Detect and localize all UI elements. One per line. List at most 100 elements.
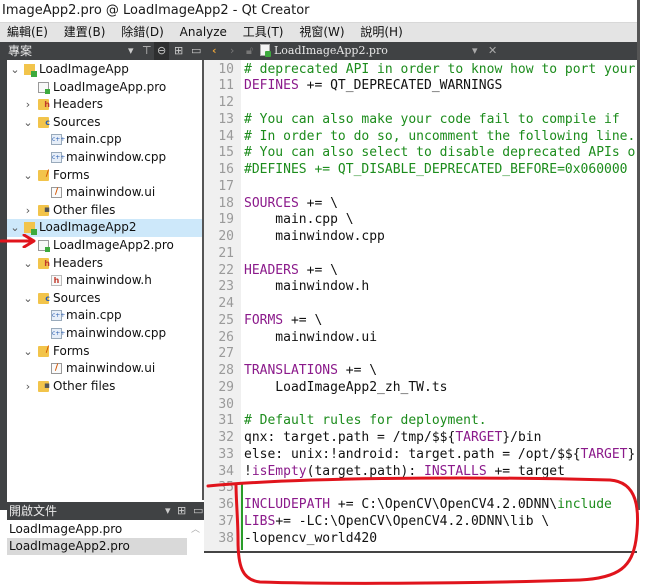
tree-item[interactable]: c++ main.cpp — [7, 131, 202, 149]
code-line[interactable]: 23 mainwindow.h — [204, 278, 637, 295]
code-token: += C:\OpenCV\OpenCV4.2.0DNN\ — [330, 497, 558, 512]
menu-build[interactable]: 建置(B) — [57, 23, 111, 42]
code-line[interactable]: 11 DEFINES += QT_DEPRECATED_WARNINGS — [204, 77, 637, 94]
code-line[interactable]: 20 mainwindow.cpp — [204, 228, 637, 245]
back-icon[interactable]: ‹ — [212, 42, 217, 60]
tree-item[interactable]: › Other files — [7, 202, 202, 220]
open-documents-title[interactable]: 開啟文件 — [9, 502, 57, 520]
code-line[interactable]: 36 INCLUDEPATH += C:\OpenCV\OpenCV4.2.0DN… — [204, 496, 637, 513]
forward-icon[interactable]: › — [230, 42, 234, 60]
tree-item-label: Headers — [53, 97, 103, 112]
chevron-down-icon[interactable]: ⌄ — [22, 255, 34, 272]
cpp-file-icon: c++ — [51, 152, 66, 163]
tree-item[interactable]: ⌄ Forms — [7, 342, 202, 361]
link-icon[interactable]: ⊖ — [154, 42, 170, 60]
menu-edit[interactable]: 編輯(E) — [0, 23, 53, 42]
code-line[interactable]: 34 !isEmpty(target.path): INSTALLS += tar… — [204, 463, 637, 480]
tree-item[interactable]: ⌄ LoadImageApp2 — [7, 219, 202, 237]
code-token: # Default rules for deployment. — [244, 413, 487, 429]
tree-item[interactable]: ⌄ LoadImageApp — [7, 61, 202, 79]
chevron-right-icon[interactable]: › — [22, 96, 34, 113]
tree-item[interactable]: c++ mainwindow.cpp — [7, 149, 202, 167]
other-files-folder-icon — [38, 378, 50, 395]
chevron-down-icon[interactable]: ⌄ — [22, 114, 34, 131]
tree-item[interactable]: LoadImageApp.pro — [7, 79, 202, 97]
headers-folder-icon — [38, 255, 50, 272]
code-line[interactable]: 26 mainwindow.ui — [204, 329, 637, 346]
current-file-selector[interactable]: LoadImageApp2.pro — [274, 42, 388, 60]
code-line[interactable]: 19 main.cpp \ — [204, 211, 637, 228]
tree-item[interactable]: / mainwindow.ui — [7, 184, 202, 202]
tree-item[interactable]: / mainwindow.ui — [7, 360, 202, 378]
lock-icon[interactable]: 🔓︎ — [246, 42, 253, 60]
menu-help[interactable]: 說明(H) — [353, 23, 407, 42]
cpp-file-icon: c++ — [51, 310, 66, 322]
split-icon[interactable]: ⊞ — [174, 42, 183, 60]
code-line[interactable]: 37 LIBS+= -LC:\OpenCV\OpenCV4.2.0DNN\lib … — [204, 513, 637, 530]
menu-debug[interactable]: 除錯(D) — [114, 23, 169, 42]
menu-tools[interactable]: 工具(T) — [236, 23, 289, 42]
split-icon[interactable]: ⊞ — [177, 502, 186, 520]
tree-item[interactable]: h mainwindow.h — [7, 272, 202, 290]
close-panel-icon[interactable]: ▭ — [191, 42, 201, 60]
tree-item[interactable]: › Other files — [7, 378, 202, 396]
code-line[interactable]: 33 else: unix:!android: target.path = /op… — [204, 446, 637, 463]
code-line[interactable]: 14 # In order to do so, uncomment the fol… — [204, 128, 637, 145]
line-number: 23 — [218, 279, 234, 295]
tree-item[interactable]: ⌄ Sources — [7, 290, 202, 308]
tree-item[interactable]: LoadImageApp2.pro — [7, 237, 202, 255]
code-line[interactable]: 29 LoadImageApp2_zh_TW.ts — [204, 379, 637, 396]
chevron-right-icon[interactable]: › — [22, 202, 34, 219]
code-line[interactable]: 21 — [204, 245, 637, 262]
code-line[interactable]: 13 # You can also make your code fail to … — [204, 111, 637, 128]
tree-item[interactable]: ⌄ Headers — [7, 255, 202, 273]
tree-item[interactable]: ⌄ Forms — [7, 166, 202, 185]
chevron-down-icon[interactable]: ⌄ — [9, 61, 21, 78]
code-line[interactable]: 30 — [204, 396, 637, 413]
project-tree: ⌄ LoadImageApp LoadImageApp.pro › Headers ⌄ So… — [7, 60, 204, 500]
code-line[interactable]: 17 — [204, 178, 637, 195]
code-text: # You can also make your code fail to co… — [244, 111, 628, 128]
code-line[interactable]: 25 FORMS += \ — [204, 312, 637, 329]
chevron-down-icon[interactable]: ⌄ — [22, 167, 34, 184]
line-number: 37 — [218, 513, 234, 529]
chevron-down-icon[interactable]: ⌄ — [22, 290, 34, 307]
open-document-item[interactable]: LoadImageApp.pro — [7, 521, 187, 538]
dropdown-icon[interactable]: ▾ — [128, 42, 134, 60]
code-line[interactable]: 16 #DEFINES += QT_DISABLE_DEPRECATED_BEFO… — [204, 161, 637, 178]
code-line[interactable]: 10 # deprecated API in order to know how … — [204, 61, 637, 78]
file-dropdown-icon[interactable]: ▾ — [472, 42, 478, 60]
code-line[interactable]: 15 # You can also select to disable depre… — [204, 144, 637, 161]
dropdown-icon[interactable]: ▾ — [165, 502, 171, 520]
code-line[interactable]: 18 SOURCES += \ — [204, 195, 637, 212]
chevron-right-icon[interactable]: › — [22, 378, 34, 395]
chevron-down-icon[interactable]: ⌄ — [22, 343, 34, 360]
code-line[interactable]: 31 # Default rules for deployment. — [204, 412, 637, 429]
tree-item[interactable]: › Headers — [7, 96, 202, 114]
code-token: # You can also select to disable depreca… — [244, 145, 636, 161]
code-line[interactable]: 32 qnx: target.path = /tmp/$${TARGET}/bin — [204, 429, 637, 446]
code-line[interactable]: 35 — [204, 479, 637, 496]
tree-item[interactable]: ⌄ Sources — [7, 114, 202, 132]
project-panel-title[interactable]: 專案 — [8, 42, 32, 60]
code-line[interactable]: 27 — [204, 345, 637, 362]
tree-item[interactable]: c++ mainwindow.cpp — [7, 325, 202, 343]
code-text: main.cpp \ — [244, 211, 353, 228]
menu-analyze[interactable]: Analyze — [173, 23, 232, 42]
code-editor[interactable]: 10 # deprecated API in order to know how … — [204, 60, 637, 553]
line-number: 34 — [218, 463, 234, 479]
open-document-item[interactable]: LoadImageApp2.pro — [7, 538, 187, 555]
code-line[interactable]: 28 TRANSLATIONS += \ — [204, 362, 637, 379]
code-token: += \ — [283, 312, 323, 328]
code-line[interactable]: 24 — [204, 295, 637, 312]
tree-item-label: Forms — [53, 343, 90, 358]
code-line[interactable]: 38 -lopencv_world420 — [204, 530, 637, 547]
code-line[interactable]: 22 HEADERS += \ — [204, 262, 637, 279]
tree-item[interactable]: c++ main.cpp — [7, 307, 202, 325]
code-line[interactable]: 12 — [204, 94, 637, 111]
close-panel-icon[interactable]: ▭ — [193, 502, 203, 520]
close-file-icon[interactable]: ✕ — [488, 42, 497, 60]
filter-icon[interactable]: ⊤ — [142, 42, 152, 60]
menu-window[interactable]: 視窗(W) — [292, 23, 349, 42]
scroll-up-icon[interactable]: ︿ — [191, 522, 200, 535]
